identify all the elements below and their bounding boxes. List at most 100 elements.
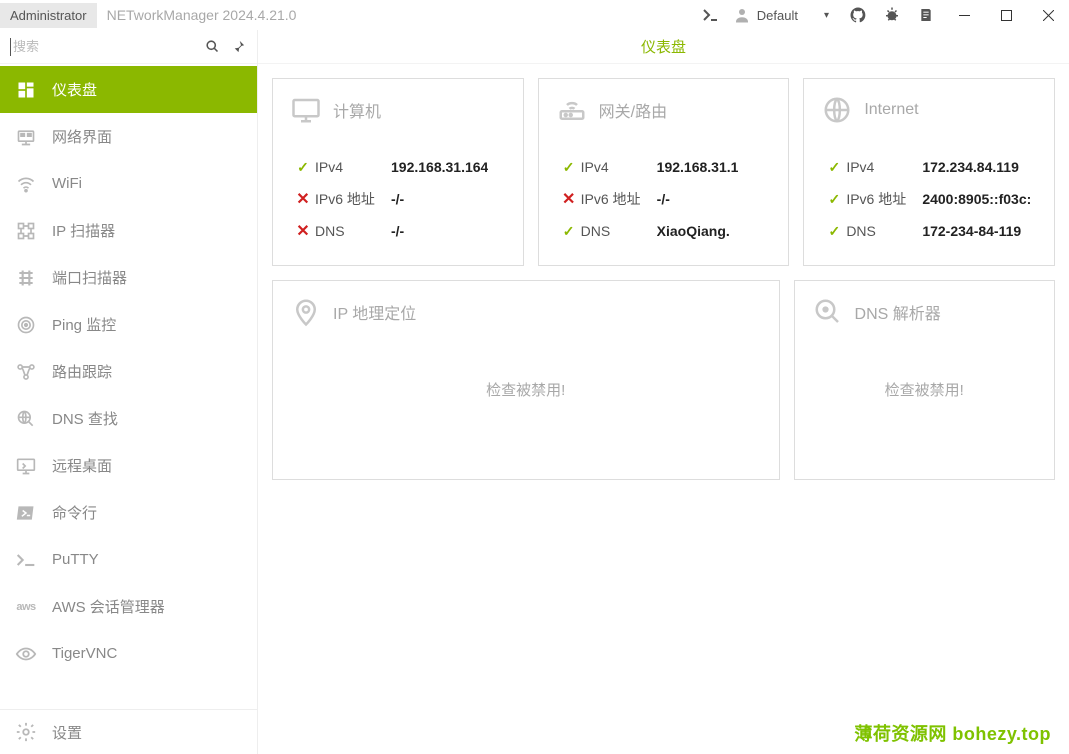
titlebar-actions: Default ▾	[695, 0, 1069, 30]
sidebar-item-label: AWS 会话管理器	[52, 596, 165, 617]
network-interface-icon	[14, 127, 38, 147]
ip-scanner-icon	[14, 221, 38, 241]
sidebar-item-tigervnc[interactable]: TigerVNC	[0, 630, 257, 677]
router-icon	[557, 95, 587, 125]
search-input[interactable]	[13, 39, 199, 54]
remote-desktop-icon	[14, 456, 38, 476]
traceroute-icon	[14, 362, 38, 382]
settings-button[interactable]: 设置	[0, 710, 257, 754]
titlebar: Administrator NETworkManager 2024.4.21.0…	[0, 0, 1069, 30]
row-label: IPv6 地址	[846, 189, 922, 209]
card-title: DNS 解析器	[855, 300, 941, 324]
disabled-message: 检查被禁用!	[813, 379, 1036, 400]
maximize-button[interactable]	[987, 0, 1025, 30]
close-button[interactable]	[1029, 0, 1067, 30]
sidebar-item-traceroute[interactable]: 路由跟踪	[0, 348, 257, 395]
row-value: 172-234-84-119	[922, 223, 1021, 239]
github-button[interactable]	[843, 0, 873, 30]
sidebar-item-aws[interactable]: awsAWS 会话管理器	[0, 583, 257, 630]
status-row: ✕IPv6 地址-/-	[557, 183, 771, 215]
sidebar-item-dashboard[interactable]: 仪表盘	[0, 66, 257, 113]
row-value: 172.234.84.119	[922, 159, 1019, 175]
sidebar-item-label: Ping 监控	[52, 314, 116, 335]
check-icon: ✓	[291, 159, 315, 176]
status-row: ✓DNS172-234-84-119	[822, 215, 1036, 247]
monitor-icon	[291, 95, 321, 125]
sidebar-item-label: 网络界面	[52, 126, 112, 147]
sidebar-item-port-scanner[interactable]: 端口扫描器	[0, 254, 257, 301]
profile-name: Default	[751, 8, 824, 23]
row-label: IPv6 地址	[581, 189, 657, 209]
row-label: IPv6 地址	[315, 189, 391, 209]
run-command-button[interactable]	[695, 0, 725, 30]
check-icon: ✓	[822, 159, 846, 176]
search-row	[0, 30, 257, 64]
status-row: ✓IPv4172.234.84.119	[822, 151, 1036, 183]
sidebar-item-label: TigerVNC	[52, 645, 117, 662]
putty-icon	[14, 552, 38, 568]
sidebar-item-network-interface[interactable]: 网络界面	[0, 113, 257, 160]
row-value: 2400:8905::f03c:	[922, 191, 1031, 207]
sidebar: 仪表盘网络界面 WiFi IP 扫描器端口扫描器 Ping 监控路由跟踪 DNS 查找远…	[0, 30, 258, 754]
ping-icon	[14, 315, 38, 335]
sidebar-item-label: 远程桌面	[52, 455, 112, 476]
wifi-icon	[14, 174, 38, 194]
row-value: -/-	[391, 223, 404, 239]
profile-selector[interactable]: Default ▾	[729, 2, 833, 28]
nav-list: 仪表盘网络界面 WiFi IP 扫描器端口扫描器 Ping 监控路由跟踪 DNS 查找远…	[0, 64, 257, 709]
pin-button[interactable]	[225, 34, 251, 60]
card-ip-geolocation: IP 地理定位 检查被禁用!	[272, 280, 780, 480]
status-row: ✓IPv4192.168.31.1	[557, 151, 771, 183]
page-title: 仪表盘	[641, 36, 686, 57]
port-scanner-icon	[14, 268, 38, 288]
row-value: -/-	[391, 191, 404, 207]
card-dns-resolver: DNS 解析器 检查被禁用!	[794, 280, 1055, 480]
card-title: Internet	[864, 101, 918, 119]
sidebar-item-label: WiFi	[52, 175, 82, 192]
card-internet: Internet ✓IPv4172.234.84.119✓IPv6 地址2400…	[803, 78, 1055, 266]
bug-report-button[interactable]	[877, 0, 907, 30]
dashboard-icon	[14, 80, 38, 100]
docs-button[interactable]	[911, 0, 941, 30]
check-icon: ✓	[822, 223, 846, 240]
sidebar-item-powershell[interactable]: 命令行	[0, 489, 257, 536]
admin-badge: Administrator	[0, 3, 97, 28]
row-value: -/-	[657, 191, 670, 207]
status-row: ✕IPv6 地址-/-	[291, 183, 505, 215]
status-row: ✓IPv4192.168.31.164	[291, 151, 505, 183]
sidebar-item-label: 端口扫描器	[52, 267, 127, 288]
sidebar-item-putty[interactable]: PuTTY	[0, 536, 257, 583]
sidebar-item-label: 路由跟踪	[52, 361, 112, 382]
disabled-message: 检查被禁用!	[291, 379, 761, 400]
location-icon	[291, 297, 321, 327]
check-icon: ✓	[557, 159, 581, 176]
status-row: ✓DNSXiaoQiang.	[557, 215, 771, 247]
sidebar-item-ping[interactable]: Ping 监控	[0, 301, 257, 348]
cards-grid: 计算机 ✓IPv4192.168.31.164✕IPv6 地址-/-✕DNS-/…	[258, 64, 1069, 494]
row-label: DNS	[846, 223, 922, 239]
cross-icon: ✕	[291, 221, 315, 241]
sidebar-item-dns-lookup[interactable]: DNS 查找	[0, 395, 257, 442]
app-title: NETworkManager 2024.4.21.0	[97, 7, 297, 23]
row-label: IPv4	[581, 159, 657, 175]
watermark-text: 薄荷资源网 bohezy.top	[854, 720, 1051, 746]
cross-icon: ✕	[557, 189, 581, 209]
check-icon: ✓	[557, 223, 581, 240]
sidebar-item-ip-scanner[interactable]: IP 扫描器	[0, 207, 257, 254]
search-button[interactable]	[199, 34, 225, 60]
row-label: DNS	[581, 223, 657, 239]
sidebar-item-label: 仪表盘	[52, 79, 97, 100]
sidebar-item-label: IP 扫描器	[52, 220, 115, 241]
minimize-button[interactable]	[945, 0, 983, 30]
card-gateway: 网关/路由 ✓IPv4192.168.31.1✕IPv6 地址-/-✓DNSXi…	[538, 78, 790, 266]
chevron-down-icon: ▾	[824, 10, 829, 21]
magnify-record-icon	[813, 297, 843, 327]
bottom-nav: 设置	[0, 709, 257, 754]
row-label: IPv4	[315, 159, 391, 175]
row-value: 192.168.31.1	[657, 159, 739, 175]
status-row: ✕DNS-/-	[291, 215, 505, 247]
main-content: 仪表盘 计算机 ✓IPv4192.168.31.164✕IPv6 地址-/-✕D…	[258, 30, 1069, 754]
sidebar-item-remote-desktop[interactable]: 远程桌面	[0, 442, 257, 489]
row-label: IPv4	[846, 159, 922, 175]
sidebar-item-wifi[interactable]: WiFi	[0, 160, 257, 207]
